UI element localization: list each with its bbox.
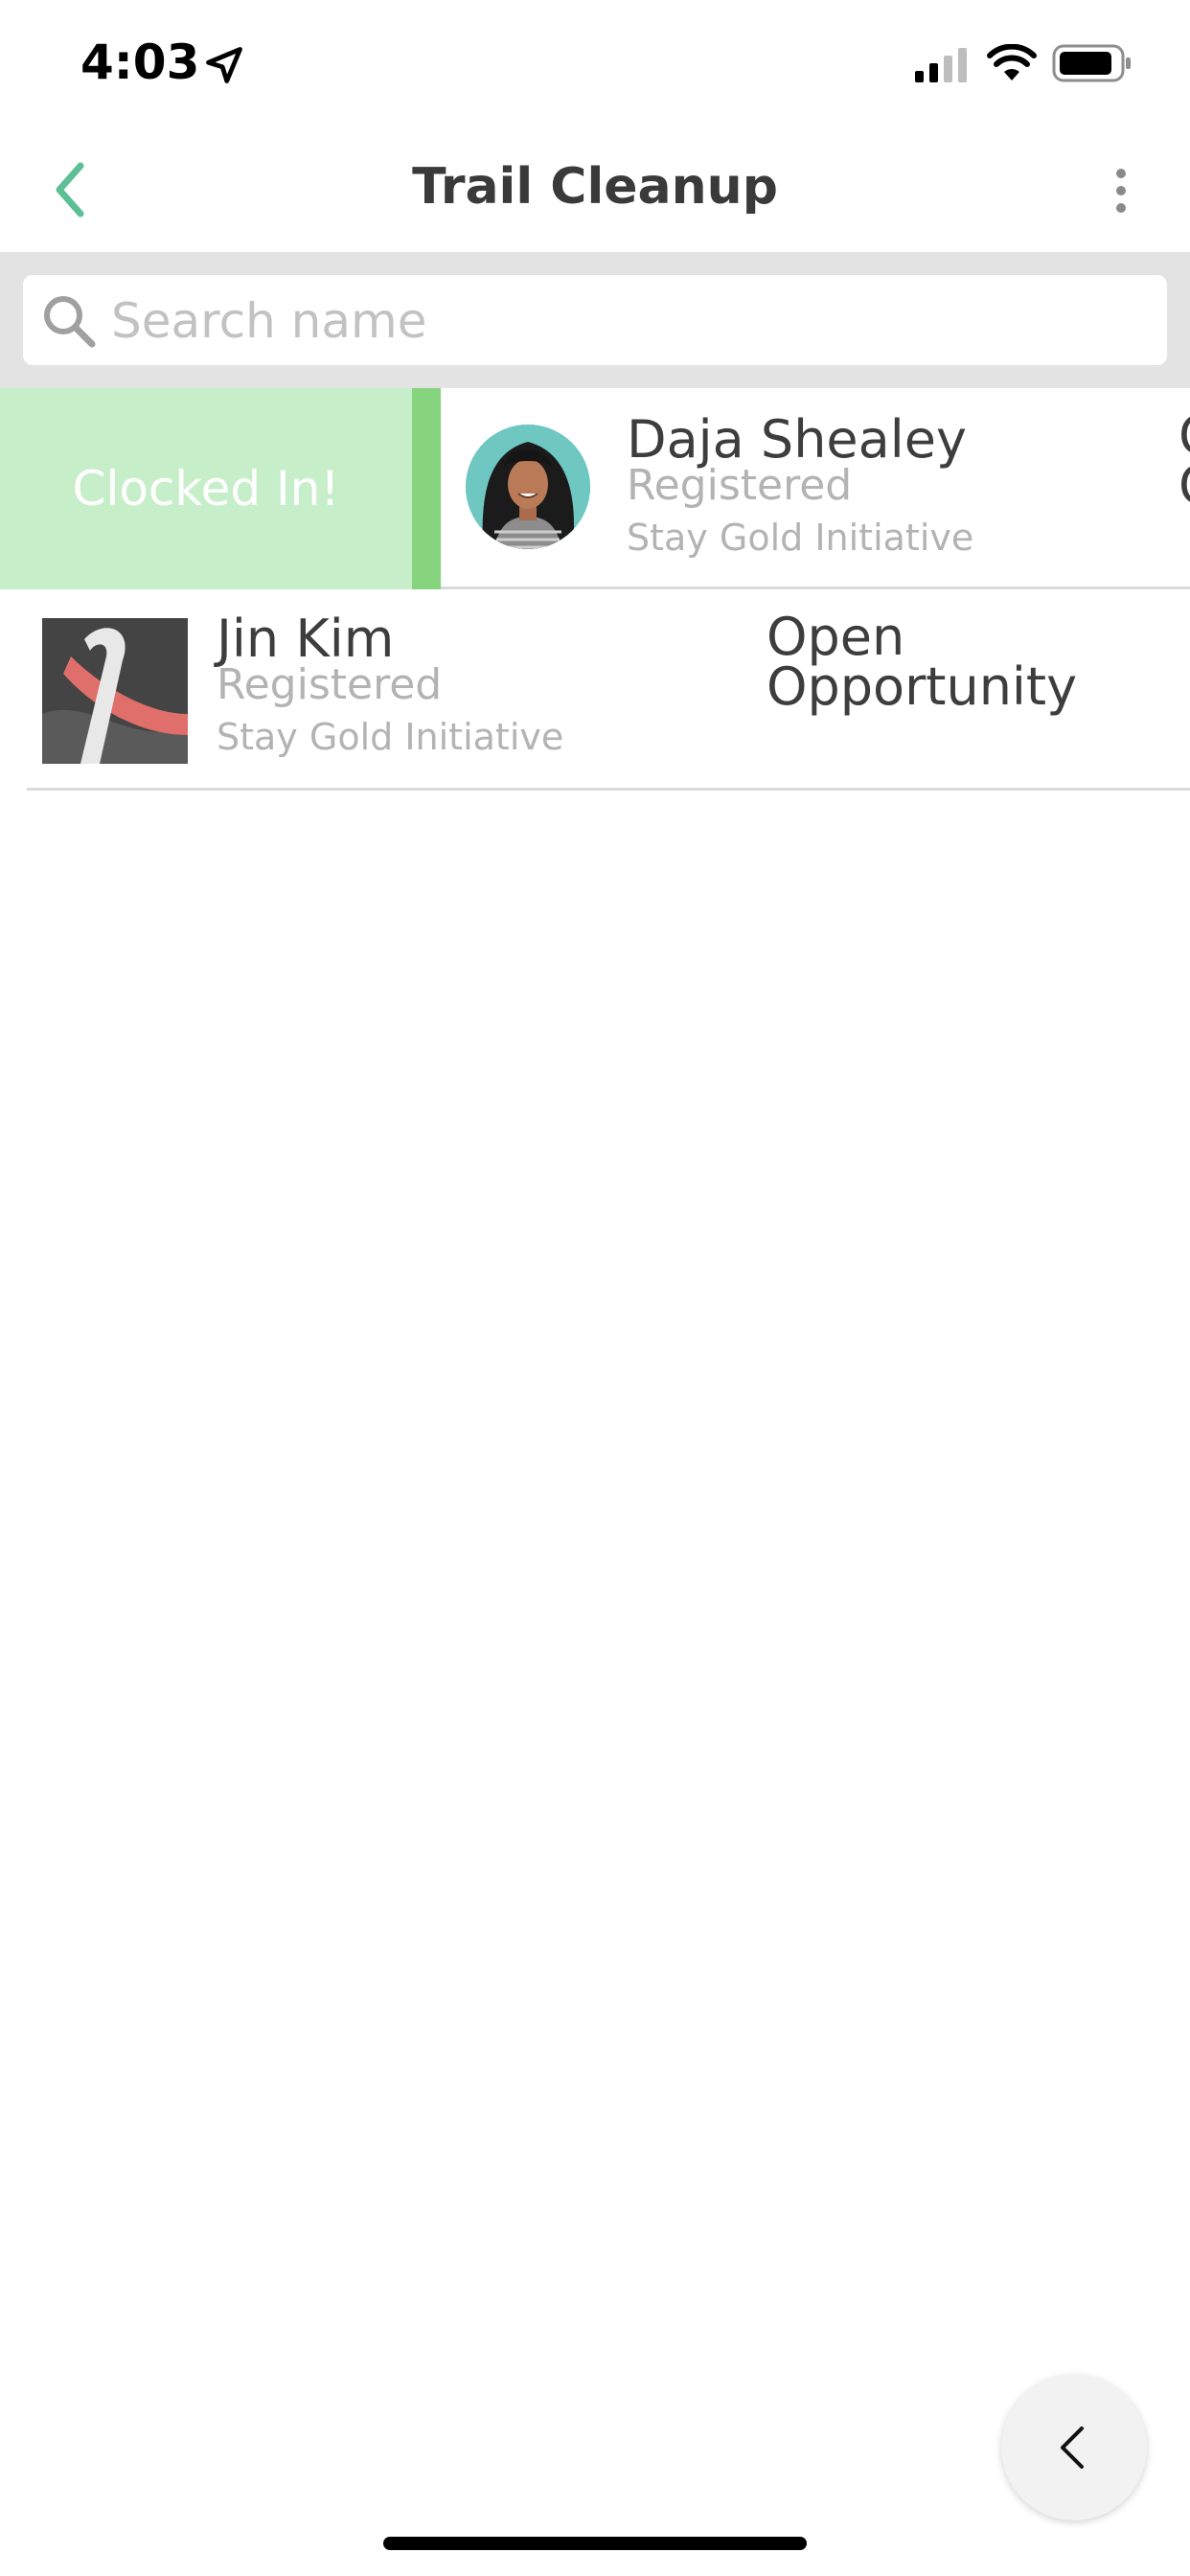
more-options-button[interactable] [1102, 162, 1140, 219]
wifi-icon [987, 44, 1037, 80]
clock-in-swipe-action[interactable]: Clocked In! [0, 388, 412, 589]
row-content[interactable]: Daja Shealey Registered Stay Gold Initia… [412, 388, 1190, 589]
avatar [42, 618, 188, 764]
nav-bar: Trail Cleanup [0, 129, 1190, 252]
more-vertical-icon [1116, 169, 1126, 213]
avatar-photo [466, 425, 590, 549]
list-item[interactable]: Jin Kim Registered Stay Gold Initiative … [0, 589, 1190, 791]
row-divider [27, 788, 1190, 791]
search-box[interactable] [23, 275, 1167, 367]
collapse-button[interactable] [1001, 2375, 1147, 2520]
location-arrow-icon [206, 47, 242, 83]
attendee-status: Registered [217, 660, 443, 709]
swipe-action-label: Clocked In! [72, 461, 340, 517]
list-item[interactable]: Clocked In! Daja Shealey Registered Stay… [0, 388, 1190, 589]
chevron-left-icon [1061, 2426, 1084, 2469]
avatar [466, 425, 590, 549]
search-bar [0, 252, 1190, 388]
clocked-in-indicator [412, 388, 441, 589]
status-bar: 4:03 [0, 0, 1190, 129]
attendee-organization: Stay Gold Initiative [627, 517, 974, 559]
attendee-organization: Stay Gold Initiative [217, 716, 564, 758]
attendee-list: Clocked In! Daja Shealey Registered Stay… [0, 388, 1190, 791]
battery-icon [1052, 44, 1131, 82]
status-time: 4:03 [80, 34, 200, 90]
cellular-signal-icon [915, 48, 967, 82]
page-title: Trail Cleanup [412, 158, 778, 216]
screen: 4:03 Trail Cleanup Search name Clocked I… [0, 0, 1190, 2576]
search-icon [44, 296, 96, 348]
attendee-status: Registered [627, 461, 853, 510]
search-input[interactable] [109, 275, 1148, 367]
attendee-opportunity: Open Opportunity [1179, 410, 1190, 512]
home-indicator [383, 2537, 807, 2550]
awareness-ribbon-image [42, 618, 188, 764]
attendee-opportunity: Open Opportunity [767, 607, 1078, 717]
